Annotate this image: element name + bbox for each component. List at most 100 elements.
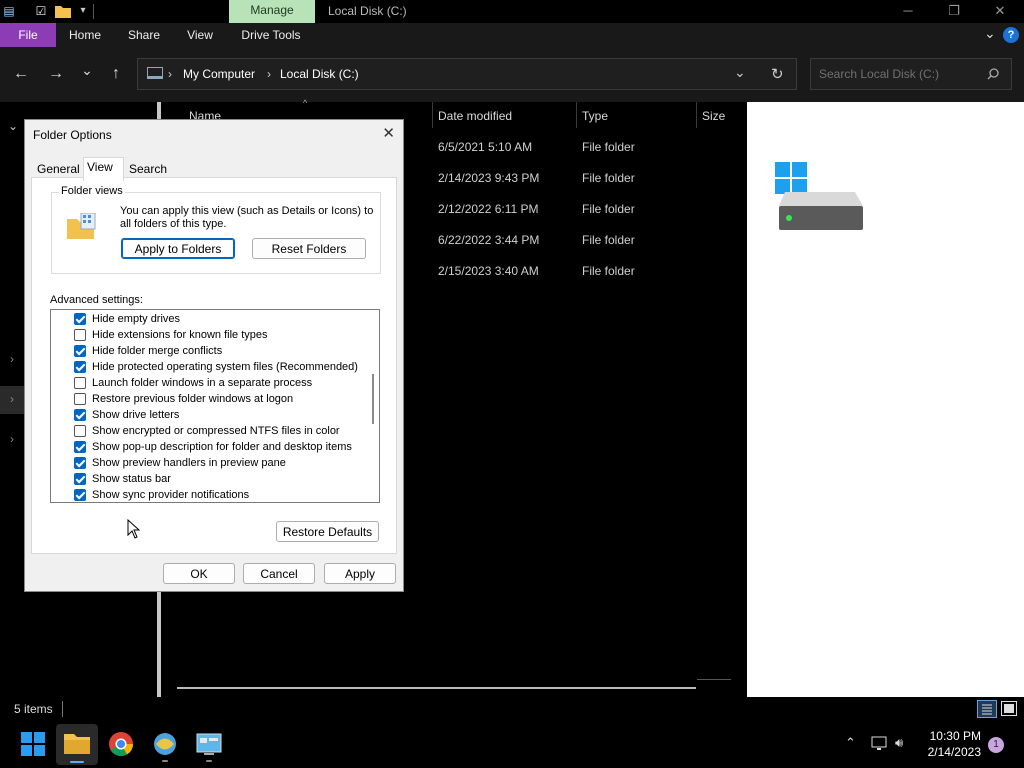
- checklist-icon[interactable]: ☑: [34, 4, 48, 18]
- checkbox[interactable]: [74, 441, 86, 453]
- forward-button[interactable]: →: [44, 63, 68, 85]
- expand-chevron-icon[interactable]: ›: [10, 352, 14, 366]
- start-icon[interactable]: [18, 729, 48, 759]
- restore-defaults-button[interactable]: Restore Defaults: [276, 521, 379, 542]
- details-view-icon: [982, 704, 992, 715]
- checkbox[interactable]: [74, 345, 86, 357]
- list-item[interactable]: Show encrypted or compressed NTFS files …: [74, 424, 374, 439]
- chevron-right-icon[interactable]: ›: [168, 67, 172, 81]
- chevron-right-icon[interactable]: ›: [267, 67, 271, 81]
- folder-views-description: You can apply this view (such as Details…: [120, 205, 374, 230]
- column-separator[interactable]: [576, 102, 577, 128]
- list-item[interactable]: Hide folder merge conflicts: [74, 344, 374, 359]
- large-icons-view-button[interactable]: [1001, 701, 1017, 716]
- restore-button[interactable]: ❐: [931, 0, 977, 23]
- collapse-chevron-icon[interactable]: ⌄: [8, 119, 18, 133]
- list-item[interactable]: Show drive letters: [74, 408, 374, 423]
- status-bar: 5 items: [0, 697, 1024, 721]
- checkbox[interactable]: [74, 329, 86, 341]
- volume-icon[interactable]: 🔊︎: [895, 735, 903, 751]
- help-button[interactable]: ?: [1003, 27, 1019, 43]
- list-item[interactable]: Show status bar: [74, 472, 374, 487]
- minimize-button[interactable]: ─: [885, 0, 931, 23]
- recent-locations-button[interactable]: ⌄: [75, 59, 99, 81]
- close-window-button[interactable]: ✕: [977, 0, 1023, 23]
- checkbox[interactable]: [74, 313, 86, 325]
- refresh-icon[interactable]: ↻: [771, 65, 784, 83]
- list-item[interactable]: Show sync provider notifications: [74, 488, 374, 502]
- tab-general[interactable]: General: [37, 162, 80, 176]
- expand-chevron-icon[interactable]: ›: [10, 392, 14, 406]
- new-folder-icon[interactable]: [55, 4, 71, 18]
- column-separator[interactable]: [432, 102, 433, 128]
- local-disk-drive-icon: [775, 162, 863, 230]
- checkbox[interactable]: [74, 377, 86, 389]
- list-item[interactable]: Hide extensions for known file types: [74, 328, 374, 343]
- tab-view[interactable]: View: [180, 23, 220, 47]
- mouse-cursor-icon: [127, 519, 141, 539]
- taskbar-file-explorer[interactable]: [56, 724, 98, 765]
- checkbox[interactable]: [74, 489, 86, 501]
- customize-toolbar-icon[interactable]: ▾: [76, 4, 90, 18]
- checkbox[interactable]: [74, 473, 86, 485]
- close-icon[interactable]: ✕: [382, 124, 395, 142]
- tab-drive-tools[interactable]: Drive Tools: [234, 23, 308, 47]
- column-header-type[interactable]: Type: [582, 109, 608, 123]
- horizontal-scrollbar[interactable]: [177, 687, 696, 689]
- column-separator[interactable]: [696, 102, 697, 128]
- ribbon-expand-icon[interactable]: ⌄: [984, 25, 996, 42]
- breadcrumb-local-disk[interactable]: Local Disk (C:): [280, 67, 359, 81]
- back-button[interactable]: ←: [9, 63, 33, 85]
- checkbox[interactable]: [74, 393, 86, 405]
- scrollbar-track: [697, 679, 731, 680]
- row-type: File folder: [582, 171, 635, 185]
- tab-share[interactable]: Share: [122, 23, 166, 47]
- clock-time[interactable]: 10:30 PM: [929, 729, 981, 743]
- list-item[interactable]: Launch folder windows in a separate proc…: [74, 376, 374, 391]
- breadcrumb-my-computer[interactable]: My Computer: [183, 67, 255, 81]
- apply-button[interactable]: Apply: [324, 563, 396, 584]
- list-item[interactable]: Show pop-up description for folder and d…: [74, 440, 374, 455]
- column-header-size[interactable]: Size: [702, 109, 725, 123]
- chrome-icon[interactable]: [106, 729, 136, 759]
- tab-search[interactable]: Search: [129, 162, 167, 176]
- vertical-scrollbar[interactable]: [372, 374, 374, 424]
- tab-manage[interactable]: Manage: [229, 0, 315, 23]
- cancel-button[interactable]: Cancel: [243, 563, 315, 584]
- checkbox[interactable]: [74, 361, 86, 373]
- address-bar[interactable]: › My Computer › Local Disk (C:) ⌄ ↻: [137, 58, 797, 90]
- list-item[interactable]: Hide empty drives: [74, 312, 374, 327]
- checkbox[interactable]: [74, 409, 86, 421]
- network-icon[interactable]: [871, 736, 889, 752]
- search-input[interactable]: [819, 66, 979, 82]
- tab-view[interactable]: View: [87, 160, 113, 174]
- properties-icon[interactable]: ▤: [2, 4, 16, 18]
- app-icon[interactable]: [150, 729, 180, 759]
- tab-file[interactable]: File: [0, 23, 56, 47]
- notification-badge[interactable]: 1: [988, 737, 1004, 753]
- details-view-button[interactable]: [977, 700, 997, 718]
- checkbox[interactable]: [74, 425, 86, 437]
- tab-home[interactable]: Home: [62, 23, 108, 47]
- taskbar: ⌃ 🔊︎ 10:30 PM 2/14/2023 1: [0, 721, 1024, 768]
- list-item[interactable]: Restore previous folder windows at logon: [74, 392, 374, 407]
- show-hidden-icons[interactable]: ⌃: [845, 735, 856, 751]
- list-item[interactable]: Show preview handlers in preview pane: [74, 456, 374, 471]
- option-label: Hide folder merge conflicts: [92, 345, 223, 357]
- clock-date[interactable]: 2/14/2023: [926, 745, 981, 759]
- control-panel-icon[interactable]: [194, 729, 224, 759]
- expand-chevron-icon[interactable]: ›: [10, 432, 14, 446]
- column-header-date[interactable]: Date modified: [438, 109, 512, 123]
- reset-folders-button[interactable]: Reset Folders: [252, 238, 366, 259]
- ok-button[interactable]: OK: [163, 563, 235, 584]
- up-button[interactable]: ↑: [104, 63, 128, 85]
- apply-to-folders-button[interactable]: Apply to Folders: [121, 238, 235, 259]
- search-box[interactable]: [810, 58, 1012, 90]
- list-item[interactable]: Hide protected operating system files (R…: [74, 360, 374, 375]
- advanced-settings-list[interactable]: Hide empty drives Hide extensions for kn…: [50, 309, 380, 503]
- nav-pane-selected-item[interactable]: ›: [0, 386, 24, 414]
- checkbox[interactable]: [74, 457, 86, 469]
- address-dropdown-icon[interactable]: ⌄: [734, 64, 746, 81]
- toolbar-divider: [93, 4, 94, 19]
- search-icon[interactable]: [987, 68, 999, 80]
